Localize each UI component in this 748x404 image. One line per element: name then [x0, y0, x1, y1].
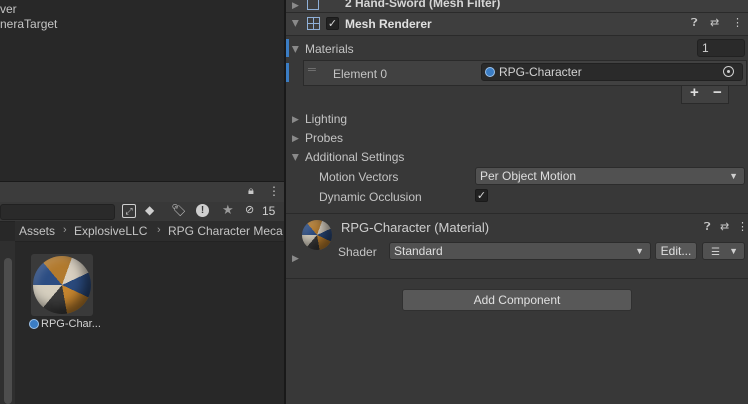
- material-icon: [29, 319, 39, 329]
- component-enabled-checkbox[interactable]: ✓: [326, 17, 339, 30]
- motion-vectors-value: Per Object Motion: [480, 169, 577, 183]
- selection-indicator: [286, 63, 289, 82]
- mesh-renderer-header[interactable]: ▶ ✓ Mesh Renderer ❓︎ ⇄ ⋮: [286, 13, 748, 36]
- hidden-packages-count: 15: [262, 204, 276, 218]
- motion-vectors-dropdown[interactable]: Per Object Motion ▼: [475, 167, 745, 185]
- kebab-menu-icon[interactable]: ⋮: [732, 16, 743, 29]
- material-title: RPG-Character (Material): [341, 220, 490, 235]
- dynamic-occlusion-checkbox[interactable]: ✓: [475, 189, 488, 202]
- element-value: RPG-Character: [499, 65, 582, 79]
- presets-icon[interactable]: ⇄: [710, 16, 719, 29]
- selection-indicator: [286, 39, 289, 57]
- list-footer: + −: [681, 84, 729, 104]
- favorite-star-icon[interactable]: ★: [222, 202, 234, 218]
- filter-by-label-icon[interactable]: 🏷︎: [171, 203, 186, 217]
- mesh-renderer-icon: [307, 17, 320, 30]
- hierarchy-item[interactable]: ver: [0, 2, 17, 16]
- project-tab-bar: 🔒︎ ⋮: [0, 181, 284, 204]
- element-label: Element 0: [333, 67, 388, 81]
- foldout-arrow-icon[interactable]: ▶: [290, 46, 301, 53]
- motion-vectors-label: Motion Vectors: [319, 170, 399, 184]
- shader-value: Standard: [394, 244, 443, 258]
- foldout-arrow-icon[interactable]: ▶: [290, 20, 301, 27]
- material-sphere-icon: [33, 256, 91, 314]
- chevron-right-icon: ›: [157, 224, 161, 236]
- breadcrumb: Assets › ExplosiveLLC › RPG Character Me…: [15, 221, 284, 242]
- project-search-input[interactable]: [0, 204, 115, 220]
- scrollbar[interactable]: [4, 258, 12, 404]
- object-picker-icon[interactable]: [723, 66, 734, 77]
- presets-icon[interactable]: ⇄: [720, 220, 729, 233]
- shader-dropdown[interactable]: Standard ▼: [389, 242, 651, 260]
- materials-label[interactable]: Materials: [305, 42, 354, 56]
- help-icon[interactable]: ❓︎: [691, 17, 698, 30]
- list-icon: ☰: [711, 247, 720, 258]
- hidden-packages-icon[interactable]: ⊘: [245, 203, 254, 216]
- breadcrumb-rpg-character[interactable]: RPG Character Meca: [168, 224, 283, 238]
- component-title: Mesh Renderer: [345, 17, 432, 31]
- inspector-panel: ▶ 2 Hand-Sword (Mesh Filter) ▶ ✓ Mesh Re…: [286, 0, 748, 404]
- dropdown-arrow-icon: ▼: [729, 246, 738, 256]
- mesh-filter-header[interactable]: ▶ 2 Hand-Sword (Mesh Filter): [286, 0, 748, 13]
- foldout-arrow-icon[interactable]: ▶: [292, 133, 299, 144]
- kebab-menu-icon[interactable]: ⋮: [268, 184, 280, 198]
- material-icon: [485, 67, 495, 77]
- kebab-menu-icon[interactable]: ⋮: [737, 220, 748, 233]
- breadcrumb-explosivellc[interactable]: ExplosiveLLC: [74, 224, 147, 238]
- separator: [286, 278, 748, 279]
- additional-settings-foldout[interactable]: Additional Settings: [305, 150, 404, 164]
- foldout-arrow-icon[interactable]: ▶: [292, 0, 299, 11]
- foldout-arrow-icon[interactable]: ▶: [292, 114, 299, 125]
- component-title: 2 Hand-Sword (Mesh Filter): [345, 0, 501, 10]
- drag-handle-icon[interactable]: ═: [308, 64, 316, 76]
- add-element-button[interactable]: +: [690, 84, 699, 101]
- help-icon[interactable]: ❓︎: [704, 221, 711, 234]
- add-component-button[interactable]: Add Component: [402, 289, 632, 311]
- hierarchy-item[interactable]: neraTarget: [0, 17, 57, 31]
- materials-count-field[interactable]: 1: [697, 39, 745, 57]
- foldout-arrow-icon[interactable]: ▶: [290, 154, 301, 161]
- asset-label[interactable]: RPG-Char...: [41, 318, 101, 330]
- separator: [286, 213, 748, 214]
- dynamic-occlusion-label: Dynamic Occlusion: [319, 190, 422, 204]
- material-preview-icon: [302, 220, 332, 250]
- material-object-field[interactable]: RPG-Character: [481, 63, 743, 81]
- filter-by-type-icon[interactable]: ◆: [145, 203, 154, 217]
- shader-menu-dropdown[interactable]: ☰ ▼: [702, 242, 745, 260]
- lock-icon[interactable]: 🔒︎: [248, 185, 254, 198]
- breadcrumb-assets[interactable]: Assets: [19, 224, 55, 238]
- search-scope-icon[interactable]: ⤢: [122, 204, 136, 218]
- log-info-icon[interactable]: !: [196, 204, 209, 217]
- lighting-foldout[interactable]: Lighting: [305, 112, 347, 126]
- mesh-filter-icon: [307, 0, 319, 10]
- hierarchy-panel: ver neraTarget: [0, 0, 284, 181]
- asset-thumbnail[interactable]: [31, 254, 93, 316]
- probes-foldout[interactable]: Probes: [305, 131, 343, 145]
- edit-shader-button[interactable]: Edit...: [655, 242, 697, 260]
- dropdown-arrow-icon: ▼: [635, 246, 644, 256]
- foldout-arrow-icon[interactable]: ▶: [292, 253, 299, 264]
- shader-label: Shader: [338, 245, 377, 259]
- chevron-right-icon: ›: [63, 224, 67, 236]
- remove-element-button[interactable]: −: [713, 84, 722, 101]
- dropdown-arrow-icon: ▼: [729, 171, 738, 181]
